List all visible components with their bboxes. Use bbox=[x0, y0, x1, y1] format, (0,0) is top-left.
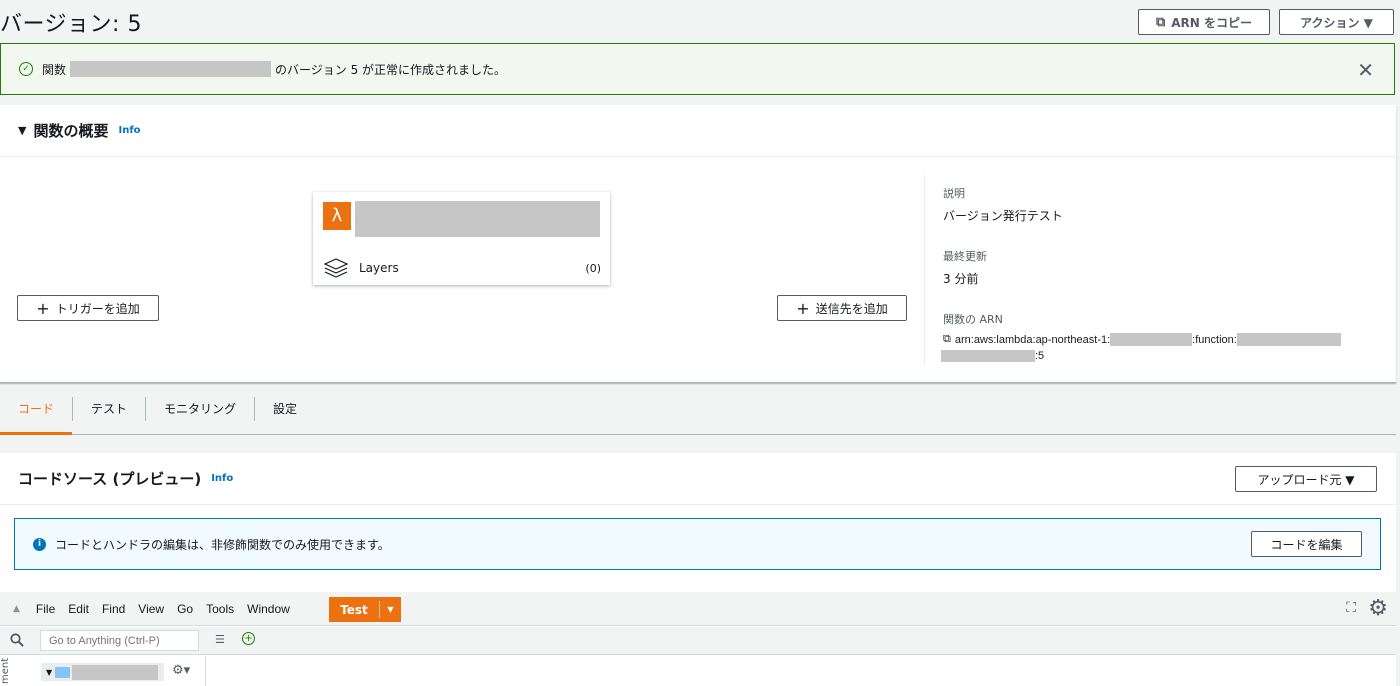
menu-file[interactable]: File bbox=[36, 602, 55, 616]
collapse-triangle-icon[interactable]: ▲ bbox=[13, 604, 20, 614]
last-modified-value: 3 分前 bbox=[943, 272, 979, 286]
folder-icon bbox=[55, 666, 71, 678]
menu-tools[interactable]: Tools bbox=[206, 602, 234, 616]
layers-label: Layers bbox=[359, 261, 399, 275]
redacted-function-name bbox=[941, 350, 1035, 362]
menu-window[interactable]: Window bbox=[247, 602, 290, 616]
layers-row[interactable]: Layers (0) bbox=[323, 257, 601, 279]
test-button[interactable]: Test ▼ bbox=[329, 597, 401, 622]
search-icon[interactable] bbox=[10, 632, 24, 651]
description-label: 説明 bbox=[943, 187, 965, 200]
flash-message: のバージョン 5 が正常に作成されました。 bbox=[275, 62, 507, 77]
function-metadata: 説明 バージョン発行テスト 最終更新 3 分前 関数の ARN ⧉ arn:aw… bbox=[924, 175, 1394, 365]
file-tree-root[interactable]: ▼ bbox=[41, 663, 164, 681]
upload-from-button[interactable]: アップロード元 ▼ bbox=[1235, 466, 1377, 492]
lambda-icon: λ bbox=[323, 202, 351, 230]
info-notice: i コードとハンドラの編集は、非修飾関数でのみ使用できます。 コードを編集 bbox=[14, 518, 1381, 570]
fullscreen-icon[interactable]: ⛶ bbox=[1346, 600, 1356, 616]
add-trigger-button[interactable]: + トリガーを追加 bbox=[17, 295, 159, 321]
environment-side-tab[interactable]: ment bbox=[0, 656, 26, 686]
expand-caret-icon[interactable]: ▼ bbox=[46, 668, 52, 677]
info-icon: i bbox=[33, 537, 46, 551]
add-destination-label: 送信先を追加 bbox=[815, 301, 888, 316]
menu-view[interactable]: View bbox=[138, 602, 164, 616]
copy-arn-label: ARN をコピー bbox=[1171, 15, 1253, 30]
test-dropdown-icon[interactable]: ▼ bbox=[380, 605, 401, 614]
add-trigger-label: トリガーを追加 bbox=[55, 301, 140, 316]
notice-text: コードとハンドラの編集は、非修飾関数でのみ使用できます。 bbox=[55, 537, 390, 552]
code-source-title: コードソース (プレビュー) bbox=[18, 470, 202, 488]
add-file-icon[interactable]: + bbox=[242, 632, 255, 645]
function-arn-value-line2: :5 bbox=[941, 350, 1394, 362]
plus-icon: + bbox=[36, 298, 50, 318]
function-overview-panel: ▼ 関数の概要 Info λ Layers (0) + トリガーを追加 + 送信… bbox=[0, 105, 1396, 383]
function-arn-value: ⧉ arn:aws:lambda:ap-northeast-1: :functi… bbox=[943, 333, 1394, 346]
description-value: バージョン発行テスト bbox=[943, 209, 1063, 223]
menu-go[interactable]: Go bbox=[177, 602, 193, 616]
success-check-icon: ✓ bbox=[19, 62, 33, 76]
collapse-caret-icon[interactable]: ▼ bbox=[18, 124, 26, 137]
layers-icon bbox=[323, 257, 349, 279]
copy-icon: ⧉ bbox=[1155, 14, 1166, 30]
flash-prefix: 関数 bbox=[42, 62, 67, 77]
goto-input[interactable] bbox=[40, 630, 199, 651]
success-flash: ✓ 関数 のバージョン 5 が正常に作成されました。 ✕ bbox=[0, 43, 1395, 95]
last-modified-label: 最終更新 bbox=[943, 250, 987, 263]
close-icon[interactable]: ✕ bbox=[1357, 58, 1374, 82]
tab-test[interactable]: テスト bbox=[73, 397, 147, 421]
add-destination-button[interactable]: + 送信先を追加 bbox=[777, 295, 907, 321]
function-arn-label: 関数の ARN bbox=[943, 313, 1003, 326]
gear-icon[interactable]: ⚙ bbox=[1368, 596, 1388, 621]
file-tree: ment ▼ ⚙▾ bbox=[0, 656, 206, 686]
redacted-function-name bbox=[70, 61, 272, 77]
file-list-icon[interactable]: ☰ bbox=[215, 633, 225, 646]
ide-menu-bar: ▲ File Edit Find View Go Tools Window Te… bbox=[0, 592, 1396, 626]
test-label: Test bbox=[340, 602, 368, 617]
folder-gear-icon[interactable]: ⚙▾ bbox=[172, 663, 190, 678]
redacted-function-title bbox=[355, 201, 600, 237]
edit-code-button[interactable]: コードを編集 bbox=[1251, 531, 1362, 557]
tab-code[interactable]: コード bbox=[0, 397, 74, 435]
copy-icon[interactable]: ⧉ bbox=[943, 333, 951, 346]
copy-arn-button[interactable]: ⧉ ARN をコピー bbox=[1138, 9, 1270, 35]
overview-title: 関数の概要 bbox=[33, 122, 109, 140]
redacted-function-name bbox=[1236, 333, 1341, 346]
tab-settings[interactable]: 設定 bbox=[255, 397, 315, 421]
ide-toolbar: ☰ + bbox=[0, 627, 1396, 655]
arn-part3: :5 bbox=[1035, 350, 1045, 362]
plus-icon: + bbox=[796, 298, 810, 318]
overview-header[interactable]: ▼ 関数の概要 Info bbox=[0, 105, 1396, 157]
menu-find[interactable]: Find bbox=[102, 602, 125, 616]
page-title: バージョン: 5 bbox=[0, 12, 142, 37]
code-source-info-link[interactable]: Info bbox=[211, 473, 233, 484]
layers-count: (0) bbox=[585, 261, 601, 275]
function-card[interactable]: λ Layers (0) bbox=[313, 192, 610, 285]
tab-bar: コード テスト モニタリング 設定 bbox=[0, 384, 1396, 435]
arn-part2: :function: bbox=[1192, 333, 1237, 346]
redacted-folder-name bbox=[72, 664, 159, 680]
redacted-account-id bbox=[1110, 333, 1193, 346]
tab-monitoring[interactable]: モニタリング bbox=[146, 397, 256, 421]
overview-info-link[interactable]: Info bbox=[118, 125, 140, 136]
actions-button[interactable]: アクション ▼ bbox=[1279, 9, 1394, 35]
menu-edit[interactable]: Edit bbox=[68, 602, 89, 616]
arn-part1: arn:aws:lambda:ap-northeast-1: bbox=[954, 333, 1111, 346]
code-source-panel: コードソース (プレビュー) Info アップロード元 ▼ i コードとハンドラ… bbox=[0, 453, 1396, 686]
code-source-header: コードソース (プレビュー) Info bbox=[0, 453, 1396, 505]
